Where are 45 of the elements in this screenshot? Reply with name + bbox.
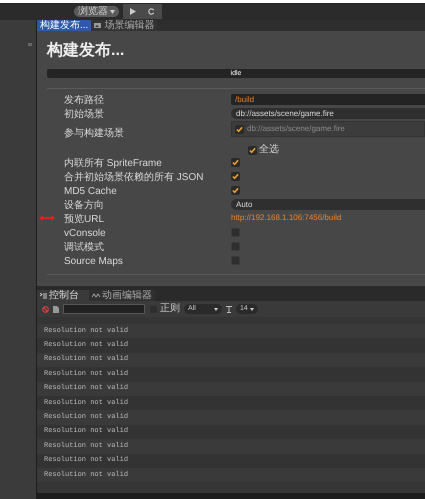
checkbox[interactable] <box>231 256 240 264</box>
filter-input[interactable] <box>63 304 145 314</box>
field-label: Source Maps <box>64 256 123 267</box>
field-label: 调试模式 <box>64 242 104 253</box>
checkbox[interactable] <box>248 146 257 154</box>
field-label: 发布路径 <box>64 95 104 106</box>
field-label: 设备方向 <box>64 200 104 211</box>
panel-tab[interactable]: 场景编辑器 <box>91 20 158 31</box>
platform-dropdown[interactable]: 浏览器 <box>74 6 119 17</box>
regex-label: 正则 <box>160 304 180 314</box>
select-all-label: 全选 <box>259 145 279 155</box>
panel-title: 构建发布... <box>47 42 126 60</box>
panel-grip-icon <box>28 43 32 46</box>
clear-icon[interactable] <box>42 306 49 312</box>
caret-icon <box>110 10 115 14</box>
checkbox[interactable] <box>231 228 240 236</box>
font-size-icon <box>226 306 232 312</box>
panel-tab[interactable]: 构建发布... <box>37 20 92 31</box>
field-label: 预览URL <box>64 214 104 225</box>
play-icon[interactable] <box>130 8 136 15</box>
path-field[interactable]: /build <box>231 94 425 104</box>
console-tab[interactable]: 控制台 <box>37 290 89 301</box>
field-label: MD5 Cache <box>64 186 117 197</box>
checkbox[interactable] <box>231 186 240 194</box>
document-icon[interactable] <box>53 306 59 312</box>
field-label: 初始场景 <box>64 109 104 120</box>
refresh-icon[interactable] <box>148 8 155 15</box>
caret-icon <box>250 308 254 310</box>
animation-icon <box>92 293 100 298</box>
select-field[interactable]: db://assets/scene/game.fire <box>231 108 425 118</box>
field-label: vConsole <box>64 228 106 239</box>
image-icon <box>94 23 102 28</box>
checkbox[interactable] <box>235 124 244 134</box>
scene-path: db://assets/scene/game.fire <box>247 124 345 134</box>
field-label: 参与构建场景 <box>64 128 124 139</box>
console-tab[interactable]: 动画编辑器 <box>89 290 155 301</box>
caret-icon <box>214 308 218 310</box>
terminal-icon <box>40 292 47 298</box>
checkbox[interactable] <box>231 242 240 250</box>
checkbox[interactable] <box>231 158 240 166</box>
field-label: 内联所有 SpriteFrame <box>64 158 162 169</box>
url-link[interactable]: http://192.168.1.106:7456/build <box>231 212 342 224</box>
select-field[interactable]: Auto <box>231 198 425 210</box>
checkbox[interactable] <box>231 172 240 180</box>
field-label: 合并初始场景依赖的所有 JSON <box>64 172 204 183</box>
